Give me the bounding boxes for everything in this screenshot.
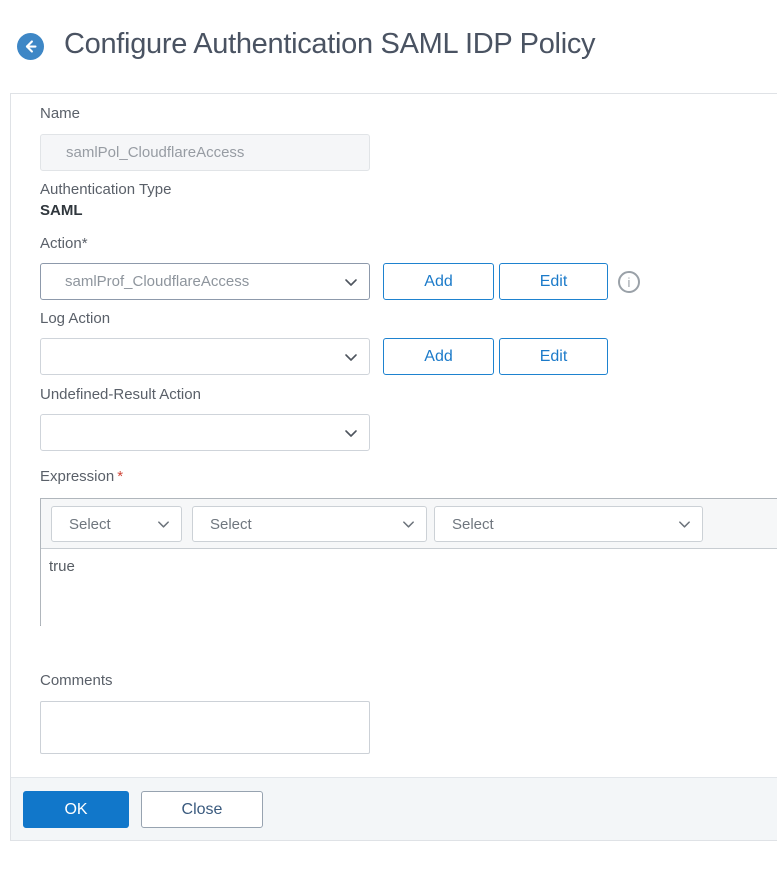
page-title: Configure Authentication SAML IDP Policy [64, 28, 596, 60]
action-add-button[interactable]: Add [383, 263, 494, 300]
arrow-left-icon [22, 38, 39, 55]
chevron-down-icon [343, 349, 359, 365]
comments-label: Comments [40, 672, 113, 689]
close-button[interactable]: Close [141, 791, 263, 828]
chevron-down-icon [156, 517, 171, 532]
expression-select-1-value: Select [69, 515, 111, 533]
expression-toolbar: Select Select Select [41, 499, 777, 549]
back-button[interactable] [17, 33, 44, 60]
expression-label: Expression * [40, 468, 123, 485]
auth-type-label: Authentication Type [40, 181, 172, 198]
log-action-edit-button[interactable]: Edit [499, 338, 608, 375]
expression-label-text: Expression [40, 468, 115, 485]
auth-type-value: SAML [40, 202, 83, 219]
chevron-down-icon [343, 425, 359, 441]
action-edit-button[interactable]: Edit [499, 263, 608, 300]
expression-select-3-value: Select [452, 515, 494, 533]
required-asterisk: * [117, 468, 124, 485]
log-action-add-button[interactable]: Add [383, 338, 494, 375]
expression-select-3[interactable]: Select [434, 506, 703, 542]
action-select[interactable]: samlProf_CloudflareAccess [40, 263, 370, 300]
configure-saml-idp-policy-page: Configure Authentication SAML IDP Policy… [0, 0, 777, 877]
log-action-label: Log Action [40, 310, 111, 327]
action-label: Action* [40, 235, 88, 252]
log-action-select[interactable] [40, 338, 370, 375]
expression-textarea[interactable]: true [41, 549, 777, 626]
undefined-result-action-label: Undefined-Result Action [40, 386, 201, 403]
expression-select-2[interactable]: Select [192, 506, 427, 542]
ok-button[interactable]: OK [23, 791, 129, 828]
expression-editor: Select Select Select true [40, 498, 777, 626]
chevron-down-icon [677, 517, 692, 532]
form-panel: Name Authentication Type SAML Action* sa… [10, 93, 777, 841]
name-label: Name [40, 105, 81, 122]
action-select-value: samlProf_CloudflareAccess [65, 273, 250, 290]
expression-select-2-value: Select [210, 515, 252, 533]
expression-select-1[interactable]: Select [51, 506, 182, 542]
undefined-result-action-select[interactable] [40, 414, 370, 451]
chevron-down-icon [343, 274, 359, 290]
comments-textarea[interactable] [40, 701, 370, 754]
chevron-down-icon [401, 517, 416, 532]
info-icon[interactable]: i [618, 271, 640, 293]
footer-bar: OK Close [11, 777, 777, 840]
name-input [40, 134, 370, 171]
